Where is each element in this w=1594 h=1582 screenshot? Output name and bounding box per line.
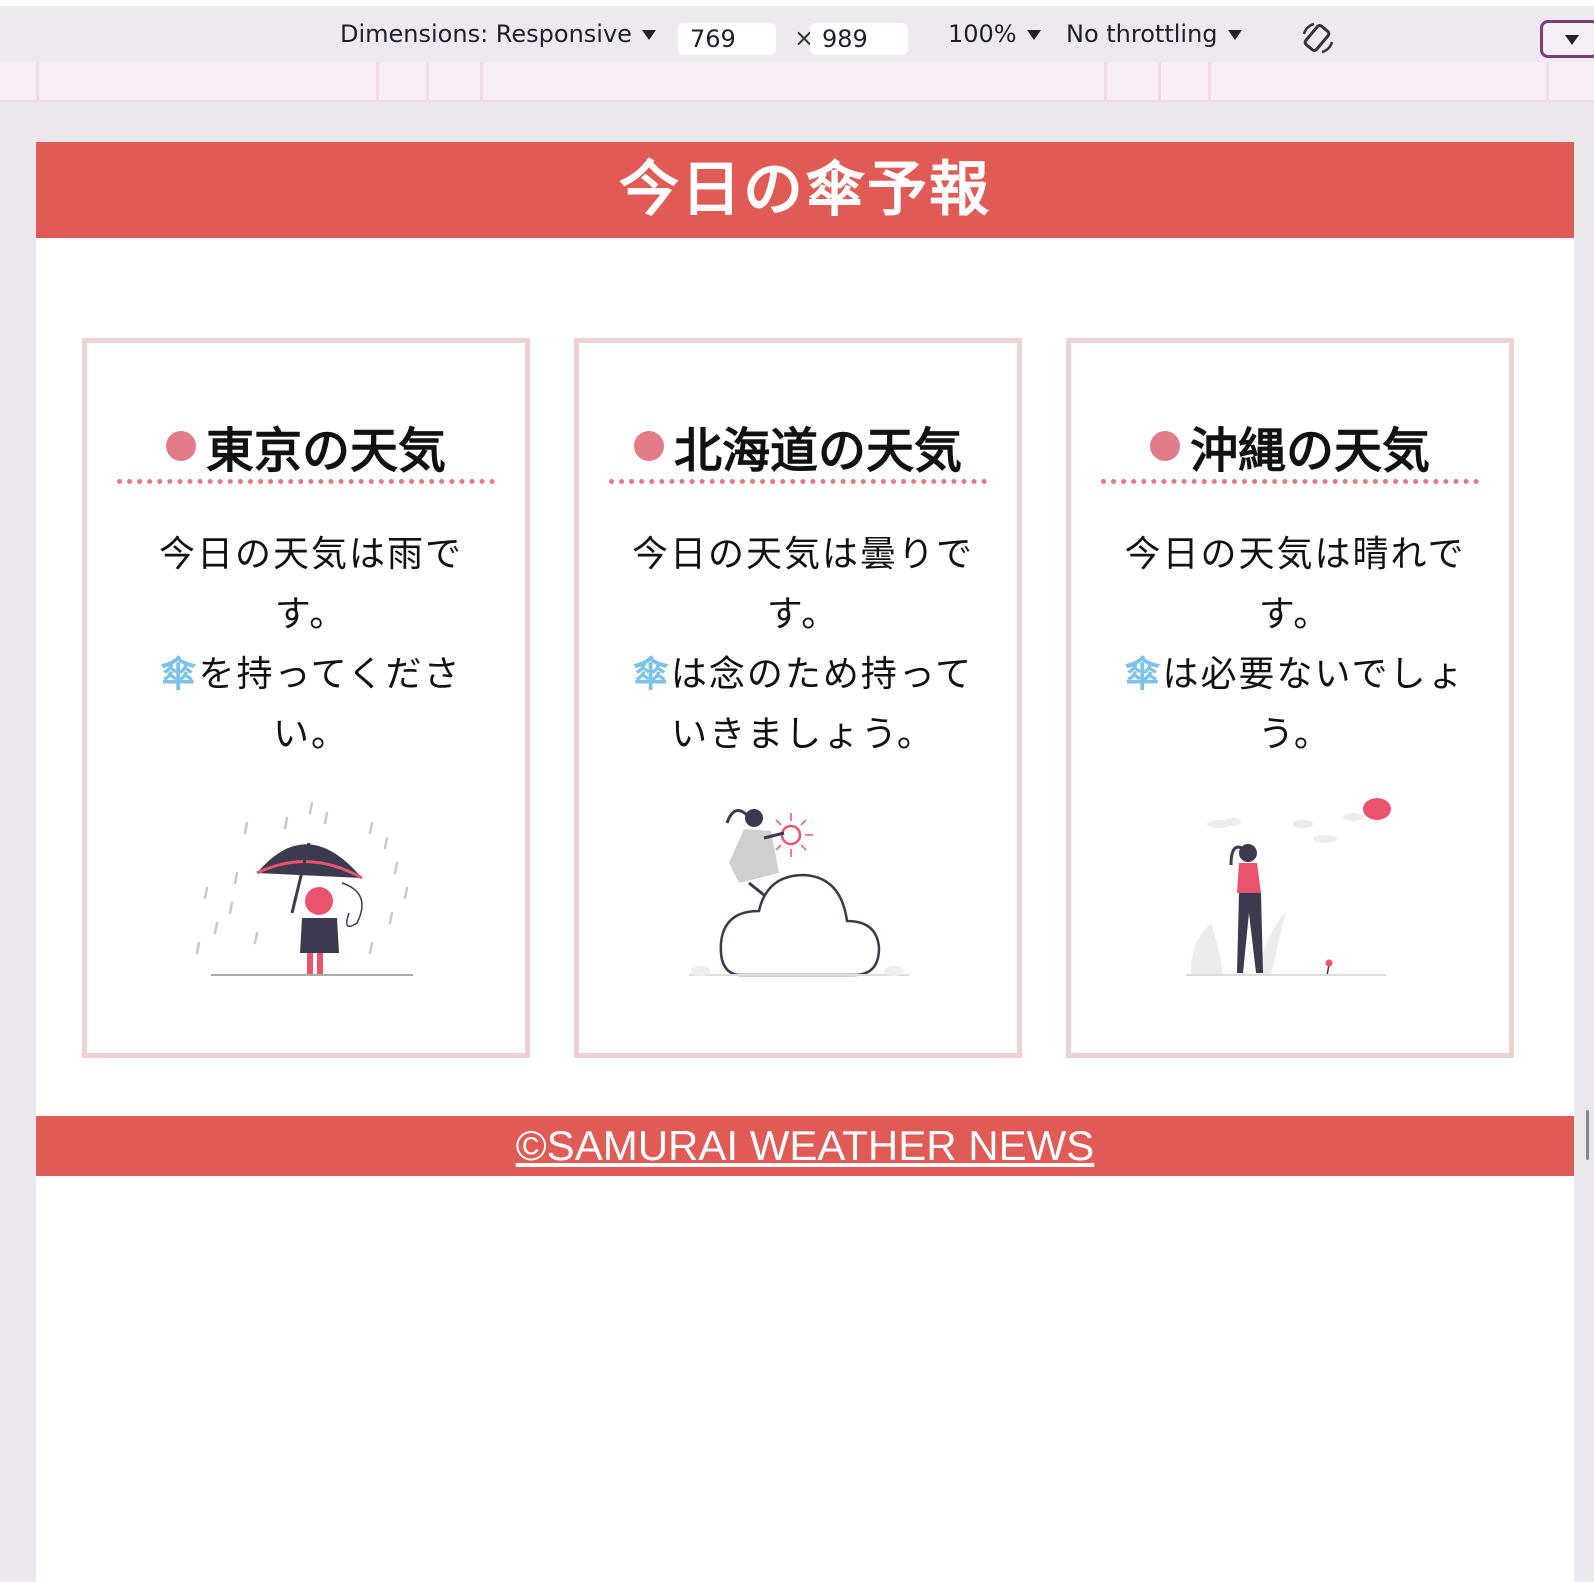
umbrella-char: 傘 bbox=[1124, 654, 1163, 695]
zoom-dropdown[interactable]: 100% bbox=[948, 20, 1041, 48]
card-title: 北海道の天気 bbox=[579, 411, 1017, 481]
media-query-ruler bbox=[0, 62, 1594, 102]
more-options-button[interactable] bbox=[1540, 20, 1594, 58]
card-message: 今日の天気は雨です。 傘を持ってください。 bbox=[137, 525, 485, 765]
dotted-divider bbox=[117, 479, 495, 484]
weather-card-okinawa: 沖縄の天気 今日の天気は晴れです。 傘は必要ないでしょう。 bbox=[1066, 338, 1514, 1058]
ruler-marker[interactable] bbox=[36, 62, 39, 100]
dimensions-label: Dimensions: Responsive bbox=[340, 20, 632, 48]
dotted-divider bbox=[609, 479, 987, 484]
chevron-down-icon bbox=[1227, 30, 1242, 40]
throttling-label: No throttling bbox=[1066, 20, 1218, 48]
umbrella-char: 傘 bbox=[160, 654, 199, 695]
bullet-dot-icon bbox=[1149, 431, 1180, 461]
umbrella-line: 傘は必要ないでしょう。 bbox=[1121, 645, 1469, 765]
ruler-marker[interactable] bbox=[1546, 62, 1549, 100]
emulated-viewport: 今日の傘予報 東京の天気 今日の天気は雨です。 傘を持ってください。 北海道の天… bbox=[36, 142, 1574, 1582]
sunny-walk-illustration bbox=[1186, 798, 1391, 976]
rain-umbrella-illustration bbox=[195, 801, 413, 976]
card-message: 今日の天気は晴れです。 傘は必要ないでしょう。 bbox=[1121, 525, 1469, 765]
umbrella-advice: は必要ないでしょう。 bbox=[1162, 654, 1466, 755]
throttling-dropdown[interactable]: No throttling bbox=[1066, 20, 1242, 48]
width-input[interactable]: 769 bbox=[678, 23, 776, 55]
card-title: 沖縄の天気 bbox=[1071, 411, 1509, 481]
umbrella-line: 傘を持ってください。 bbox=[137, 645, 485, 765]
weather-line: 今日の天気は曇りです。 bbox=[631, 534, 974, 635]
card-message: 今日の天気は曇りです。 傘は念のため持っていきましょう。 bbox=[629, 525, 977, 765]
umbrella-char: 傘 bbox=[632, 654, 671, 695]
cloud-illustration bbox=[689, 809, 909, 977]
card-title-text: 北海道の天気 bbox=[673, 423, 962, 479]
weather-card-tokyo: 東京の天気 今日の天気は雨です。 傘を持ってください。 bbox=[82, 338, 530, 1058]
height-input[interactable]: 989 bbox=[810, 23, 908, 55]
ruler-marker[interactable] bbox=[376, 62, 379, 100]
ruler-marker[interactable] bbox=[426, 62, 429, 100]
umbrella-advice: は念のため持っていきましょう。 bbox=[670, 654, 974, 755]
page-header: 今日の傘予報 bbox=[36, 142, 1574, 238]
page-title: 今日の傘予報 bbox=[619, 155, 991, 225]
bullet-dot-icon bbox=[633, 431, 664, 461]
weather-line: 今日の天気は晴れです。 bbox=[1124, 534, 1466, 635]
weather-cards: 東京の天気 今日の天気は雨です。 傘を持ってください。 北海道の天気 今日の天気… bbox=[82, 338, 1528, 1058]
chevron-down-icon bbox=[1026, 30, 1041, 40]
card-title: 東京の天気 bbox=[87, 411, 525, 481]
rotate-icon[interactable] bbox=[1300, 20, 1336, 56]
page-footer: ©SAMURAI WEATHER NEWS bbox=[36, 1116, 1574, 1176]
ruler-marker[interactable] bbox=[1208, 62, 1211, 100]
umbrella-line: 傘は念のため持っていきましょう。 bbox=[629, 645, 977, 765]
ruler-marker[interactable] bbox=[1104, 62, 1107, 100]
dimensions-dropdown[interactable]: Dimensions: Responsive bbox=[340, 20, 656, 48]
dotted-divider bbox=[1101, 479, 1479, 484]
chevron-down-icon bbox=[1565, 35, 1579, 45]
card-title-text: 沖縄の天気 bbox=[1189, 423, 1430, 479]
card-title-text: 東京の天気 bbox=[205, 423, 446, 479]
weather-card-hokkaido: 北海道の天気 今日の天気は曇りです。 傘は念のため持っていきましょう。 bbox=[574, 338, 1022, 1058]
zoom-label: 100% bbox=[948, 20, 1017, 48]
scrollbar-thumb[interactable] bbox=[1586, 1110, 1589, 1160]
copyright-link[interactable]: ©SAMURAI WEATHER NEWS bbox=[516, 1122, 1095, 1169]
umbrella-advice: を持ってください。 bbox=[198, 654, 462, 755]
devtools-device-toolbar: Dimensions: Responsive 769 × 989 100% No… bbox=[0, 0, 1594, 62]
bullet-dot-icon bbox=[165, 431, 196, 461]
weather-line: 今日の天気は雨です。 bbox=[158, 534, 463, 635]
ruler-marker[interactable] bbox=[1158, 62, 1161, 100]
ruler-marker[interactable] bbox=[480, 62, 483, 100]
chevron-down-icon bbox=[641, 30, 656, 40]
